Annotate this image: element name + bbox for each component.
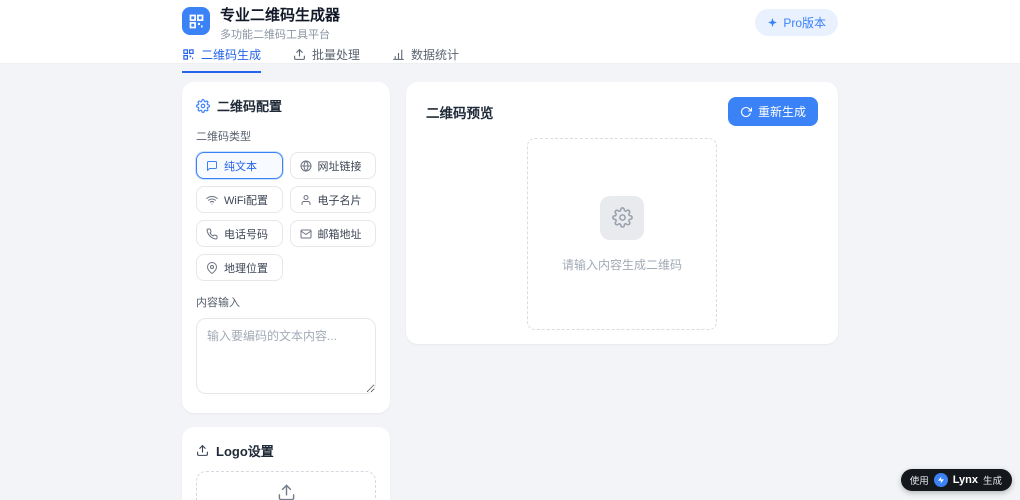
qr-code-icon (188, 13, 205, 30)
user-icon (300, 194, 312, 206)
preview-panel-title: 二维码预览 (426, 105, 494, 121)
content-input[interactable] (196, 318, 376, 394)
logo-upload-dropzone[interactable]: 点击上传Logo (196, 471, 376, 500)
app-logo (182, 7, 210, 35)
type-button-geolocation[interactable]: 地理位置 (196, 254, 283, 281)
badge-prefix: 使用 (909, 476, 929, 487)
qr-type-grid: 纯文本 网址链接 WiFi配置 电子名片 电话号码 邮箱地址 地理位置 (196, 152, 376, 281)
gear-icon (196, 98, 210, 113)
message-square-icon (206, 160, 218, 172)
upload-icon (196, 444, 209, 457)
mail-icon (300, 228, 312, 240)
gear-icon (611, 207, 633, 228)
map-pin-icon (206, 261, 218, 274)
lynx-logo-icon (933, 473, 948, 487)
wifi-icon (206, 194, 218, 206)
qr-code-icon (182, 48, 195, 61)
refresh-icon (740, 106, 752, 118)
qr-config-panel: 二维码配置 二维码类型 纯文本 网址链接 WiFi配置 电子名片 电话号码 邮箱… (182, 82, 390, 413)
type-button-plain-text[interactable]: 纯文本 (196, 152, 283, 179)
bar-chart-icon (392, 48, 405, 61)
type-button-email[interactable]: 邮箱地址 (289, 220, 376, 247)
globe-icon (300, 159, 312, 172)
regenerate-button[interactable]: 重新生成 (727, 97, 818, 126)
pro-version-button[interactable]: Pro版本 (755, 9, 838, 36)
qr-preview-panel: 二维码预览 重新生成 请输入内容生成二维码 (406, 82, 838, 344)
qr-type-label: 二维码类型 (196, 131, 251, 143)
logo-panel-title: Logo设置 (216, 444, 274, 459)
qr-preview-placeholder: 请输入内容生成二维码 (527, 138, 717, 330)
app-header: 专业二维码生成器 多功能二维码工具平台 Pro版本 二维码生成 批量处理 数据统… (0, 0, 1020, 73)
type-button-phone[interactable]: 电话号码 (196, 220, 283, 247)
tab-batch-process[interactable]: 批量处理 (293, 46, 360, 73)
upload-icon (277, 483, 296, 500)
type-button-wifi[interactable]: WiFi配置 (196, 186, 283, 213)
content-input-label: 内容输入 (196, 297, 240, 309)
main-tabs: 二维码生成 批量处理 数据统计 (182, 46, 838, 73)
type-button-vcard[interactable]: 电子名片 (289, 186, 376, 213)
upload-icon (293, 48, 306, 61)
badge-suffix: 生成 (982, 476, 1002, 487)
logo-settings-panel: Logo设置 点击上传Logo (182, 427, 390, 500)
placeholder-tile (600, 195, 644, 240)
page-title: 专业二维码生成器 (220, 7, 341, 24)
tab-statistics[interactable]: 数据统计 (392, 46, 459, 73)
tab-qr-generate[interactable]: 二维码生成 (182, 46, 262, 73)
phone-icon (206, 228, 218, 240)
type-button-url-link[interactable]: 网址链接 (289, 152, 376, 179)
sparkle-icon (767, 17, 778, 28)
badge-brand: Lynx (952, 474, 978, 486)
config-panel-title: 二维码配置 (217, 99, 283, 114)
page-subtitle: 多功能二维码工具平台 (220, 29, 330, 41)
lynx-attribution-badge[interactable]: 使用 Lynx 生成 (900, 469, 1012, 491)
preview-empty-text: 请输入内容生成二维码 (561, 257, 682, 272)
